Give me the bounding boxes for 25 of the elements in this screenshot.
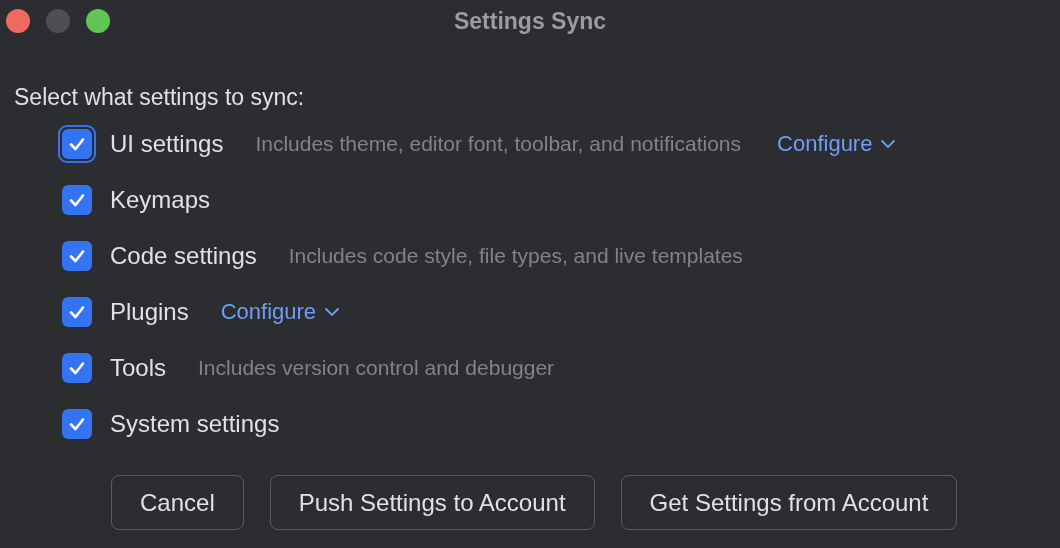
- chevron-down-icon: [880, 139, 897, 149]
- prompt-text: Select what settings to sync:: [14, 84, 306, 111]
- option-label[interactable]: Code settings: [110, 242, 257, 270]
- option-label[interactable]: Keymaps: [110, 186, 211, 214]
- checkbox[interactable]: [62, 409, 92, 439]
- checkbox[interactable]: [62, 353, 92, 383]
- checkbox[interactable]: [62, 185, 92, 215]
- option-label[interactable]: Tools: [110, 354, 167, 382]
- dialog-button[interactable]: Get Settings from Account: [620, 475, 958, 530]
- checkbox[interactable]: [62, 297, 92, 327]
- configure-link[interactable]: Configure: [220, 299, 341, 325]
- close-icon[interactable]: [6, 9, 30, 33]
- dialog-button[interactable]: Push Settings to Account: [269, 475, 595, 530]
- configure-link[interactable]: Configure: [777, 131, 897, 157]
- option-label[interactable]: UI settings: [110, 130, 224, 158]
- option-description: Includes version control and debugger: [198, 356, 555, 380]
- zoom-icon[interactable]: [86, 9, 110, 33]
- dialog-button[interactable]: Cancel: [111, 475, 244, 530]
- checkbox[interactable]: [62, 241, 92, 271]
- option-label[interactable]: Plugins: [110, 298, 189, 326]
- window-title: Settings Sync: [453, 7, 607, 35]
- option-description: Includes code style, file types, and live templates: [288, 244, 743, 268]
- chevron-down-icon: [324, 307, 341, 317]
- option-label[interactable]: System settings: [110, 410, 280, 438]
- option-description: Includes theme, editor font, toolbar, and notifications: [255, 132, 742, 156]
